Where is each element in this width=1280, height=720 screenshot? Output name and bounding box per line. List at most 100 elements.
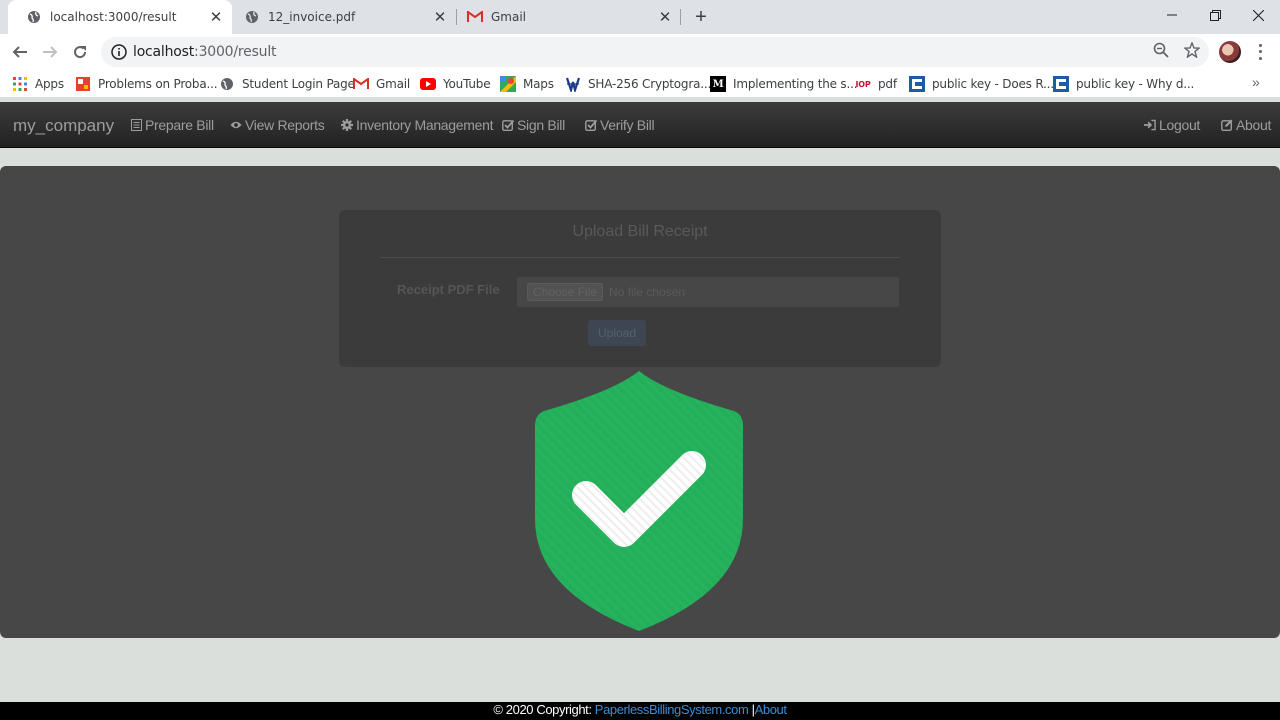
upload-button[interactable]: Upload bbox=[588, 320, 646, 346]
bookmark-label: YouTube bbox=[443, 77, 491, 91]
youtube-icon bbox=[420, 76, 436, 92]
bookmark-label: Apps bbox=[35, 77, 64, 91]
eye-icon bbox=[230, 119, 242, 131]
bookmark-label: Student Login Page bbox=[242, 77, 355, 91]
brand-link[interactable]: my_company bbox=[13, 116, 114, 136]
bookmark-student-login[interactable]: Student Login Page bbox=[219, 75, 355, 93]
tab-title: 12_invoice.pdf bbox=[268, 10, 356, 24]
url-text: localhost:3000/result bbox=[133, 44, 277, 60]
bookmark-label: Implementing the s... bbox=[733, 77, 858, 91]
stackexchange-icon bbox=[1053, 76, 1069, 92]
tab-result[interactable]: localhost:3000/result ✕ bbox=[8, 0, 232, 34]
star-icon[interactable] bbox=[1183, 41, 1201, 59]
close-icon[interactable]: ✕ bbox=[432, 9, 448, 25]
log-in-icon bbox=[1144, 119, 1156, 131]
main-panel: Upload Bill Receipt Receipt PDF File Cho… bbox=[0, 166, 1280, 638]
close-icon[interactable]: ✕ bbox=[208, 9, 224, 25]
menu-icon[interactable] bbox=[1252, 42, 1268, 62]
no-file-text: No file chosen bbox=[609, 285, 686, 299]
site-link[interactable]: PaperlessBillingSystem.com bbox=[595, 702, 749, 717]
restore-icon[interactable] bbox=[1193, 0, 1237, 30]
globe-icon bbox=[26, 9, 42, 25]
tab-gmail[interactable]: Gmail ✕ bbox=[457, 0, 681, 34]
footer: © 2020 Copyright: PaperlessBillingSystem… bbox=[0, 702, 1280, 720]
nav-label: Verify Bill bbox=[600, 117, 655, 133]
footer-about-link[interactable]: About bbox=[755, 702, 787, 717]
bookmark-problems[interactable]: Problems on Proba... bbox=[75, 75, 218, 93]
bookmark-label: pdf bbox=[878, 77, 897, 91]
nav-label: About bbox=[1236, 117, 1272, 133]
nav-prepare-bill[interactable]: Prepare Bill bbox=[130, 117, 214, 133]
nav-sign-bill[interactable]: Sign Bill bbox=[502, 117, 565, 133]
check-square-icon bbox=[585, 119, 597, 131]
zoom-icon[interactable] bbox=[1153, 42, 1169, 58]
back-arrow-icon[interactable] bbox=[8, 40, 32, 64]
tab-title: Gmail bbox=[491, 10, 527, 24]
forward-arrow-icon[interactable] bbox=[38, 40, 62, 64]
iop-icon: IOP bbox=[855, 79, 871, 89]
bookmarks-overflow-icon[interactable]: » bbox=[1252, 74, 1260, 90]
bookmark-label: public key - Does R... bbox=[932, 77, 1054, 91]
list-icon bbox=[130, 119, 142, 131]
bookmark-implementing[interactable]: M Implementing the s... bbox=[710, 75, 858, 93]
gmail-icon bbox=[353, 76, 369, 92]
bookmark-maps[interactable]: Maps bbox=[500, 75, 554, 93]
bookmark-label: public key - Why d... bbox=[1076, 77, 1195, 91]
receipt-file-input[interactable]: Choose File No file chosen bbox=[517, 277, 899, 307]
address-bar[interactable]: localhost:3000/result bbox=[101, 37, 1209, 67]
nav-label: View Reports bbox=[245, 117, 325, 133]
nav-label: Prepare Bill bbox=[145, 117, 214, 133]
gmail-icon bbox=[467, 9, 483, 25]
info-icon[interactable] bbox=[111, 44, 127, 60]
sha-icon bbox=[565, 76, 581, 92]
tab-title: localhost:3000/result bbox=[50, 10, 177, 24]
browser-toolbar: localhost:3000/result bbox=[0, 34, 1280, 70]
nav-about[interactable]: About bbox=[1221, 117, 1271, 133]
bookmark-label: SHA-256 Cryptogra... bbox=[588, 77, 712, 91]
profile-avatar[interactable] bbox=[1219, 41, 1241, 63]
url-host: localhost bbox=[133, 44, 195, 60]
maps-icon bbox=[500, 76, 516, 92]
puzzle-icon bbox=[75, 76, 91, 92]
choose-file-button[interactable]: Choose File bbox=[527, 283, 604, 301]
tab-divider bbox=[680, 9, 681, 25]
nav-logout[interactable]: Logout bbox=[1144, 117, 1200, 133]
cog-icon bbox=[341, 119, 353, 131]
app-navbar: my_company Prepare Bill View Reports Inv… bbox=[0, 102, 1280, 148]
nav-label: Logout bbox=[1159, 117, 1201, 133]
nav-label: Inventory Management bbox=[356, 117, 494, 133]
receipt-field-label: Receipt PDF File bbox=[397, 282, 500, 297]
bookmark-apps[interactable]: Apps bbox=[12, 75, 64, 93]
bookmark-gmail[interactable]: Gmail bbox=[353, 75, 410, 93]
bookmark-label: Maps bbox=[523, 77, 554, 91]
browser-tab-strip: localhost:3000/result ✕ 12_invoice.pdf ✕… bbox=[0, 0, 1280, 34]
upload-card-title: Upload Bill Receipt bbox=[572, 223, 708, 240]
stackexchange-icon bbox=[909, 76, 925, 92]
bookmark-pdf[interactable]: IOP pdf bbox=[855, 75, 897, 93]
bookmark-youtube[interactable]: YouTube bbox=[420, 75, 491, 93]
close-icon[interactable]: ✕ bbox=[657, 9, 673, 25]
minimize-icon[interactable] bbox=[1150, 0, 1194, 30]
bookmarks-bar: Apps Problems on Proba... Student Login … bbox=[0, 70, 1280, 98]
reload-icon[interactable] bbox=[68, 40, 92, 64]
bookmark-label: Gmail bbox=[376, 77, 411, 91]
bookmark-sha256[interactable]: SHA-256 Cryptogra... bbox=[565, 75, 711, 93]
upload-card: Upload Bill Receipt Receipt PDF File Cho… bbox=[339, 210, 941, 367]
bookmark-public-key-2[interactable]: public key - Why d... bbox=[1053, 75, 1194, 93]
apps-grid-icon bbox=[12, 76, 28, 92]
new-tab-icon[interactable]: + bbox=[690, 6, 712, 28]
check-square-icon bbox=[502, 119, 514, 131]
nav-verify-bill[interactable]: Verify Bill bbox=[585, 117, 655, 133]
nav-label: Sign Bill bbox=[517, 117, 565, 133]
bookmark-public-key-1[interactable]: public key - Does R... bbox=[909, 75, 1054, 93]
globe-icon bbox=[219, 76, 235, 92]
globe-icon bbox=[244, 9, 260, 25]
nav-view-reports[interactable]: View Reports bbox=[230, 117, 325, 133]
bookmark-label: Problems on Proba... bbox=[98, 77, 218, 91]
url-path: :3000/result bbox=[194, 44, 277, 60]
medium-icon: M bbox=[710, 76, 726, 92]
nav-inventory-management[interactable]: Inventory Management bbox=[341, 117, 494, 133]
divider bbox=[380, 257, 900, 258]
close-window-icon[interactable] bbox=[1236, 0, 1280, 30]
tab-invoice-pdf[interactable]: 12_invoice.pdf ✕ bbox=[232, 0, 456, 34]
